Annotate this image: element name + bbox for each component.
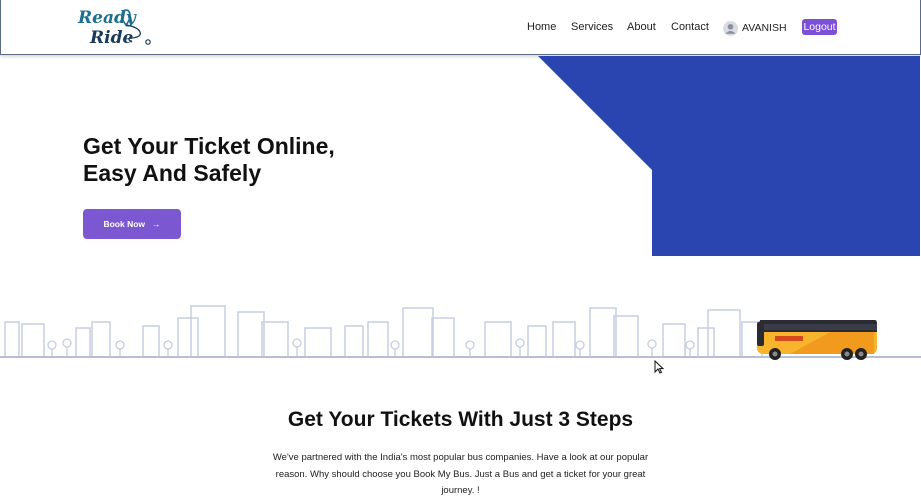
hero-title: Get Your Ticket Online, Easy And Safely: [83, 133, 335, 187]
book-now-button[interactable]: Book Now →: [83, 209, 181, 239]
nav-services-link[interactable]: Services: [571, 20, 613, 34]
arrow-right-icon: →: [152, 219, 161, 229]
skyline-trees: [47, 338, 695, 357]
steps-section-title: Get Your Tickets With Just 3 Steps: [287, 408, 634, 431]
city-skyline-illustration: [0, 305, 921, 360]
user-name: AVANISH: [742, 22, 787, 34]
hero-title-line-2: Easy And Safely: [83, 160, 262, 186]
navbar: Ready Ride Home Services About Contact A…: [0, 0, 921, 55]
user-avatar-icon: [723, 20, 738, 36]
nav-about-link[interactable]: About: [627, 20, 656, 34]
logout-button[interactable]: Logout: [802, 19, 837, 35]
steps-section-description: We've partnered with the India's most po…: [272, 452, 649, 496]
hero-blue-shape: [538, 56, 920, 256]
nav-home-link[interactable]: Home: [527, 20, 556, 34]
hero-title-line-1: Get Your Ticket Online,: [83, 133, 335, 159]
book-now-label: Book Now: [103, 219, 146, 229]
bus-illustration: [757, 320, 877, 360]
user-menu[interactable]: AVANISH: [723, 19, 787, 37]
nav-contact-link[interactable]: Contact: [671, 20, 709, 34]
mouse-cursor-icon: [654, 360, 664, 374]
